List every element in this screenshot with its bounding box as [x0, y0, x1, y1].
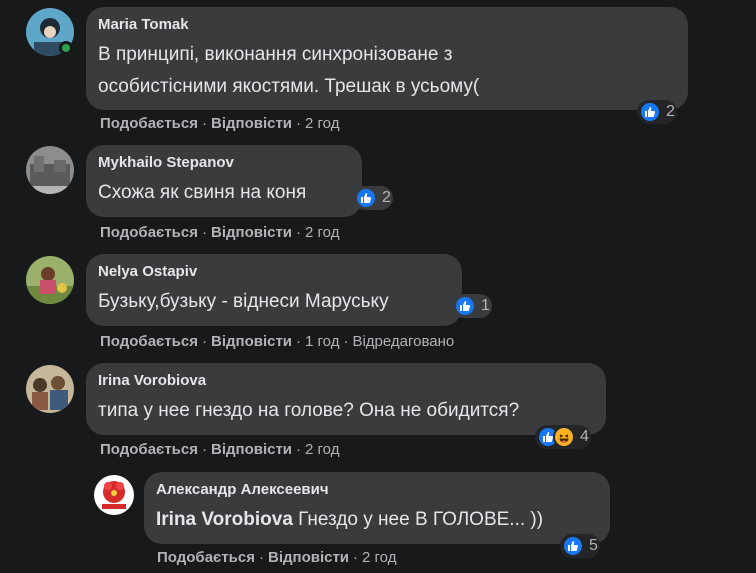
reaction-summary[interactable]: 1	[452, 294, 492, 318]
reply-button[interactable]: Відповісти	[211, 333, 292, 350]
separator: ·	[258, 549, 264, 566]
reaction-count: 5	[589, 537, 598, 554]
timestamp[interactable]: 1 год	[305, 333, 339, 350]
avatar[interactable]	[94, 475, 134, 515]
like-button[interactable]: Подобається	[100, 115, 198, 132]
reaction-count: 2	[666, 103, 675, 120]
reaction-summary[interactable]: 5	[560, 534, 600, 558]
avatar[interactable]	[26, 146, 74, 194]
like-icon	[562, 535, 584, 557]
comment-text: Бузьку,бузьку - віднеси Маруську	[98, 291, 389, 312]
timestamp[interactable]: 2 год	[305, 224, 339, 241]
comment-bubble: Maria Tomak В принципі, виконання синхро…	[86, 7, 688, 110]
separator: ·	[201, 115, 207, 132]
reply-button[interactable]: Відповісти	[211, 441, 292, 458]
comment-text-line: В принципі, виконання синхронізоване з	[98, 44, 453, 65]
like-button[interactable]: Подобається	[100, 333, 198, 350]
reaction-count: 2	[382, 189, 391, 206]
edited-label[interactable]: Відредаговано	[352, 333, 454, 350]
comment-text: Irina Vorobiova Гнездо у нее В ГОЛОВЕ...…	[156, 506, 598, 534]
comment-text: Схожа як свиня на коня	[98, 182, 307, 203]
comment-bubble: Mykhailo Stepanov Схожа як свиня на коня	[86, 145, 362, 217]
comment-actions: Подобається · Відповісти · 2 год	[100, 224, 339, 241]
separator: ·	[201, 441, 207, 458]
mention-link[interactable]: Irina Vorobiova	[156, 509, 293, 530]
separator: ·	[343, 333, 349, 350]
comment-author[interactable]: Maria Tomak	[98, 15, 676, 35]
reply-text: Гнездо у нее В ГОЛОВЕ... ))	[292, 509, 544, 530]
avatar[interactable]	[26, 256, 74, 304]
reaction-count: 1	[481, 297, 490, 314]
timestamp[interactable]: 2 год	[362, 549, 396, 566]
reaction-summary[interactable]: 2	[637, 100, 677, 124]
reply-button[interactable]: Відповісти	[211, 224, 292, 241]
reaction-count: 4	[580, 428, 589, 445]
separator: ·	[353, 549, 359, 566]
comment-bubble: Irina Vorobiova типа у нее гнездо на гол…	[86, 363, 606, 435]
haha-icon	[553, 426, 575, 448]
reply-button[interactable]: Відповісти	[268, 549, 349, 566]
reply-button[interactable]: Відповісти	[211, 115, 292, 132]
separator: ·	[296, 115, 302, 132]
like-button[interactable]: Подобається	[100, 224, 198, 241]
comment-actions: Подобається · Відповісти · 2 год	[157, 549, 396, 566]
separator: ·	[201, 224, 207, 241]
online-status-indicator	[59, 41, 73, 55]
comment-bubble: Александр Алексеевич Irina Vorobiova Гне…	[144, 472, 610, 544]
like-button[interactable]: Подобається	[100, 441, 198, 458]
timestamp[interactable]: 2 год	[305, 115, 339, 132]
separator: ·	[296, 441, 302, 458]
avatar[interactable]	[26, 365, 74, 413]
comment-author[interactable]: Nelya Ostapiv	[98, 262, 450, 282]
like-icon	[639, 101, 661, 123]
comment-author[interactable]: Irina Vorobiova	[98, 371, 594, 391]
like-icon	[355, 187, 377, 209]
comment-text: типа у нее гнездо на голове? Она не обид…	[98, 400, 520, 421]
comment-bubble: Nelya Ostapiv Бузьку,бузьку - віднеси Ма…	[86, 254, 462, 326]
comment-actions: Подобається · Відповісти · 2 год	[100, 441, 339, 458]
comment-actions: Подобається · Відповісти · 2 год	[100, 115, 339, 132]
comment-actions: Подобається · Відповісти · 1 год · Відре…	[100, 333, 454, 350]
comment-text-line: особистісними якостями. Трешак в усьому(	[98, 76, 480, 97]
comment-author[interactable]: Александр Алексеевич	[156, 480, 598, 500]
like-button[interactable]: Подобається	[157, 549, 255, 566]
timestamp[interactable]: 2 год	[305, 441, 339, 458]
separator: ·	[296, 224, 302, 241]
separator: ·	[201, 333, 207, 350]
like-icon	[454, 295, 476, 317]
comment-author[interactable]: Mykhailo Stepanov	[98, 153, 350, 173]
reaction-summary[interactable]: 4	[535, 425, 591, 449]
reaction-summary[interactable]: 2	[353, 186, 393, 210]
separator: ·	[296, 333, 302, 350]
